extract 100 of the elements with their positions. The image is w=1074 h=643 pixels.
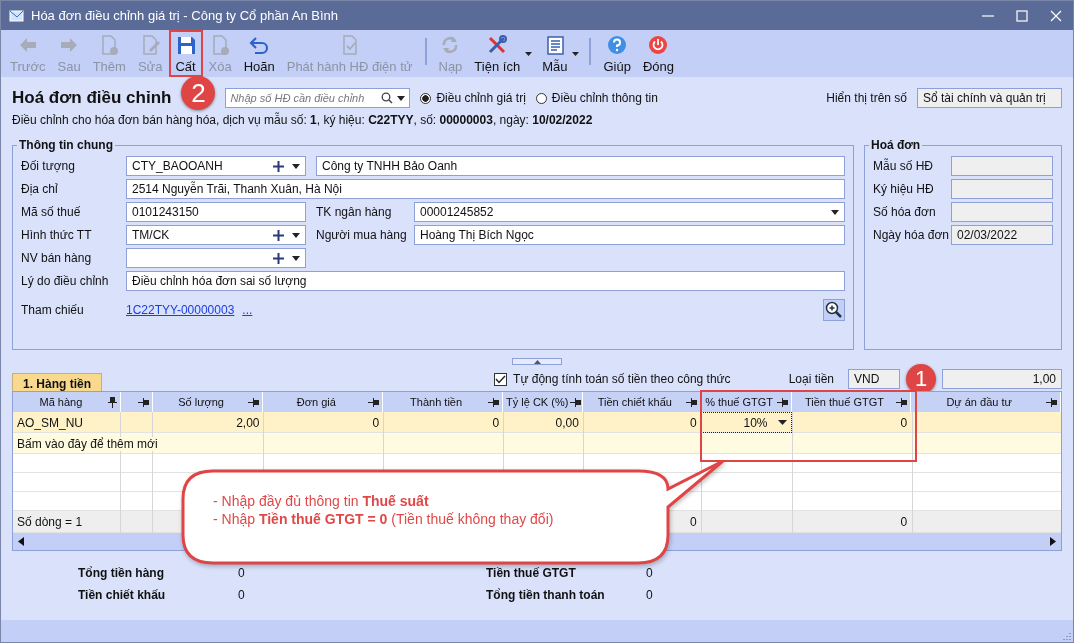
combo-field[interactable] [126, 248, 306, 268]
text-field[interactable] [951, 179, 1053, 199]
row-count: Số dòng = 1 [17, 515, 83, 529]
column-header[interactable]: Tỷ lệ CK (%) [503, 392, 583, 412]
pin-icon[interactable] [137, 397, 149, 407]
column-header[interactable] [120, 392, 153, 412]
rate-field[interactable]: 1,00 [942, 369, 1062, 389]
field-label: Hình thức TT [21, 228, 93, 242]
column-header[interactable]: Dự án đầu tư [911, 392, 1061, 412]
field-label: Loại tiền [788, 372, 834, 386]
checkbox[interactable]: Tự động tính toán số tiền theo công thức [494, 372, 731, 386]
total-value: 0 [646, 588, 654, 602]
checkmark-icon[interactable] [495, 374, 507, 384]
help-icon [606, 34, 629, 56]
plus-icon[interactable] [273, 252, 284, 264]
column-header[interactable]: Tiền thuế GTGT [791, 392, 912, 412]
splitter-handle[interactable] [512, 358, 562, 365]
text-field[interactable]: 0101243150 [126, 202, 306, 222]
table-row[interactable]: AO_SM_NU 2,00 0 0 0,00 0 10% 0 [13, 412, 1061, 433]
toolbar-button[interactable]: Hoãn [237, 30, 281, 77]
combo-field[interactable]: TM/CK [126, 225, 306, 245]
search-field[interactable]: Nhập số HĐ cần điều chỉnh [225, 88, 411, 108]
reference-link[interactable]: 1C22TYY-00000003 [126, 303, 235, 317]
scroll-left-icon[interactable] [18, 537, 24, 546]
undo-icon [248, 34, 271, 56]
table-cell-text: 0 [371, 414, 381, 432]
total-value: 0 [238, 588, 246, 602]
caret-icon[interactable] [292, 163, 300, 169]
pin-icon[interactable] [368, 397, 380, 407]
field-label: Lý do điều chỉnh [21, 274, 110, 288]
text-field[interactable] [951, 156, 1053, 176]
toolbar-button[interactable]: Giúp [597, 30, 637, 77]
currency-field[interactable]: VND [848, 369, 900, 389]
caret-icon[interactable] [831, 209, 839, 215]
pin-icon[interactable] [896, 397, 908, 407]
caret-icon[interactable] [397, 95, 406, 101]
search-icon[interactable] [381, 92, 394, 104]
table-cell-text: 0 [689, 414, 698, 432]
tools-icon [486, 34, 509, 56]
pin-icon[interactable] [685, 397, 697, 407]
group-title: Thông tin chung [18, 138, 114, 152]
pin-icon[interactable] [488, 397, 499, 407]
caret-icon[interactable] [777, 420, 787, 425]
caret-icon[interactable] [533, 359, 541, 364]
field-label: Mẫu số HĐ [873, 159, 935, 173]
column-header[interactable]: Đơn giá [263, 392, 384, 412]
invoice-subtitle: Điều chỉnh cho hóa đơn bán hàng hóa, dịch vụ mẫu số: 1, ký hiệu: C22TYY, số: 00000003, ngày: 10/02/2022 [12, 113, 594, 127]
combo-field[interactable]: 00001245852 [414, 202, 845, 222]
text-field[interactable]: Công ty TNHH Bảo Oanh [316, 156, 845, 176]
table-cell: 0 [900, 515, 908, 529]
form-title: Hoá đơn điều chỉnh [12, 88, 172, 108]
pin-icon[interactable] [1046, 397, 1057, 407]
resize-grip-icon[interactable] [1063, 632, 1071, 640]
column-header[interactable]: % thuế GTGT [700, 392, 792, 412]
total-label: Tiền thuế GTGT [486, 566, 577, 580]
toolbar-button[interactable]: Cất [168, 30, 203, 77]
column-header[interactable]: Mã hàng [13, 392, 121, 412]
column-header[interactable]: Số lượng [152, 392, 264, 412]
caret-icon[interactable] [292, 255, 300, 261]
total-value: 0 [646, 566, 654, 580]
radio-option[interactable]: Điều chỉnh giá trị [420, 91, 526, 105]
book-field[interactable]: Sổ tài chính và quản trị [917, 88, 1062, 108]
toolbar-button[interactable]: Mẫu [536, 30, 584, 77]
text-field[interactable]: Điều chỉnh hóa đơn sai số lượng [126, 271, 845, 291]
close-icon[interactable] [1049, 8, 1063, 23]
text-field[interactable]: 02/03/2022 [951, 225, 1053, 245]
scroll-right-icon[interactable] [1050, 537, 1056, 546]
toolbar-button[interactable]: Đóng [636, 30, 680, 77]
toolbar-button[interactable]: Tiện ích [468, 30, 537, 77]
text-field[interactable] [951, 202, 1053, 222]
table-cell-text: 2,00 [235, 414, 261, 432]
plus-icon[interactable] [273, 160, 284, 172]
table-cell-text: 0,00 [554, 414, 580, 432]
power-icon [647, 34, 670, 56]
pin-icon[interactable] [776, 397, 788, 407]
caret-icon[interactable] [572, 52, 580, 56]
callout-text: - Nhập đầy đủ thông tin Thuế suất [213, 493, 430, 509]
column-header[interactable]: Thành tiền [383, 392, 503, 412]
pin-icon[interactable] [570, 397, 582, 407]
field-label: Đối tượng [21, 159, 76, 173]
more-link[interactable]: ... [242, 303, 253, 317]
new-row-hint[interactable]: Bấm vào đây để thêm mới [17, 436, 158, 451]
field-label: Tham chiếu [21, 303, 85, 317]
field-label: Ký hiệu HĐ [873, 182, 935, 196]
pin-icon[interactable] [107, 396, 117, 408]
maximize-icon[interactable] [1015, 8, 1029, 23]
total-label: Tiền chiết khấu [78, 588, 167, 602]
caret-icon[interactable] [292, 232, 300, 238]
text-field[interactable]: Hoàng Thị Bích Ngọc [414, 225, 845, 245]
combo-field[interactable]: CTY_BAOOANH [126, 156, 306, 176]
caret-icon[interactable] [525, 52, 533, 56]
field-label: Ngày hóa đơn [873, 228, 950, 242]
pin-icon[interactable] [248, 397, 260, 407]
plus-icon[interactable] [273, 229, 284, 241]
radio-option[interactable]: Điều chỉnh thông tin [535, 91, 658, 105]
total-value: 0 [238, 566, 246, 580]
tab[interactable]: 1. Hàng tiền [12, 373, 102, 391]
table-cell-text: 0 [491, 414, 501, 432]
text-field[interactable]: 2514 Nguyễn Trãi, Thanh Xuân, Hà Nội [126, 179, 845, 199]
column-header[interactable]: Tiền chiết khấu [583, 392, 701, 412]
